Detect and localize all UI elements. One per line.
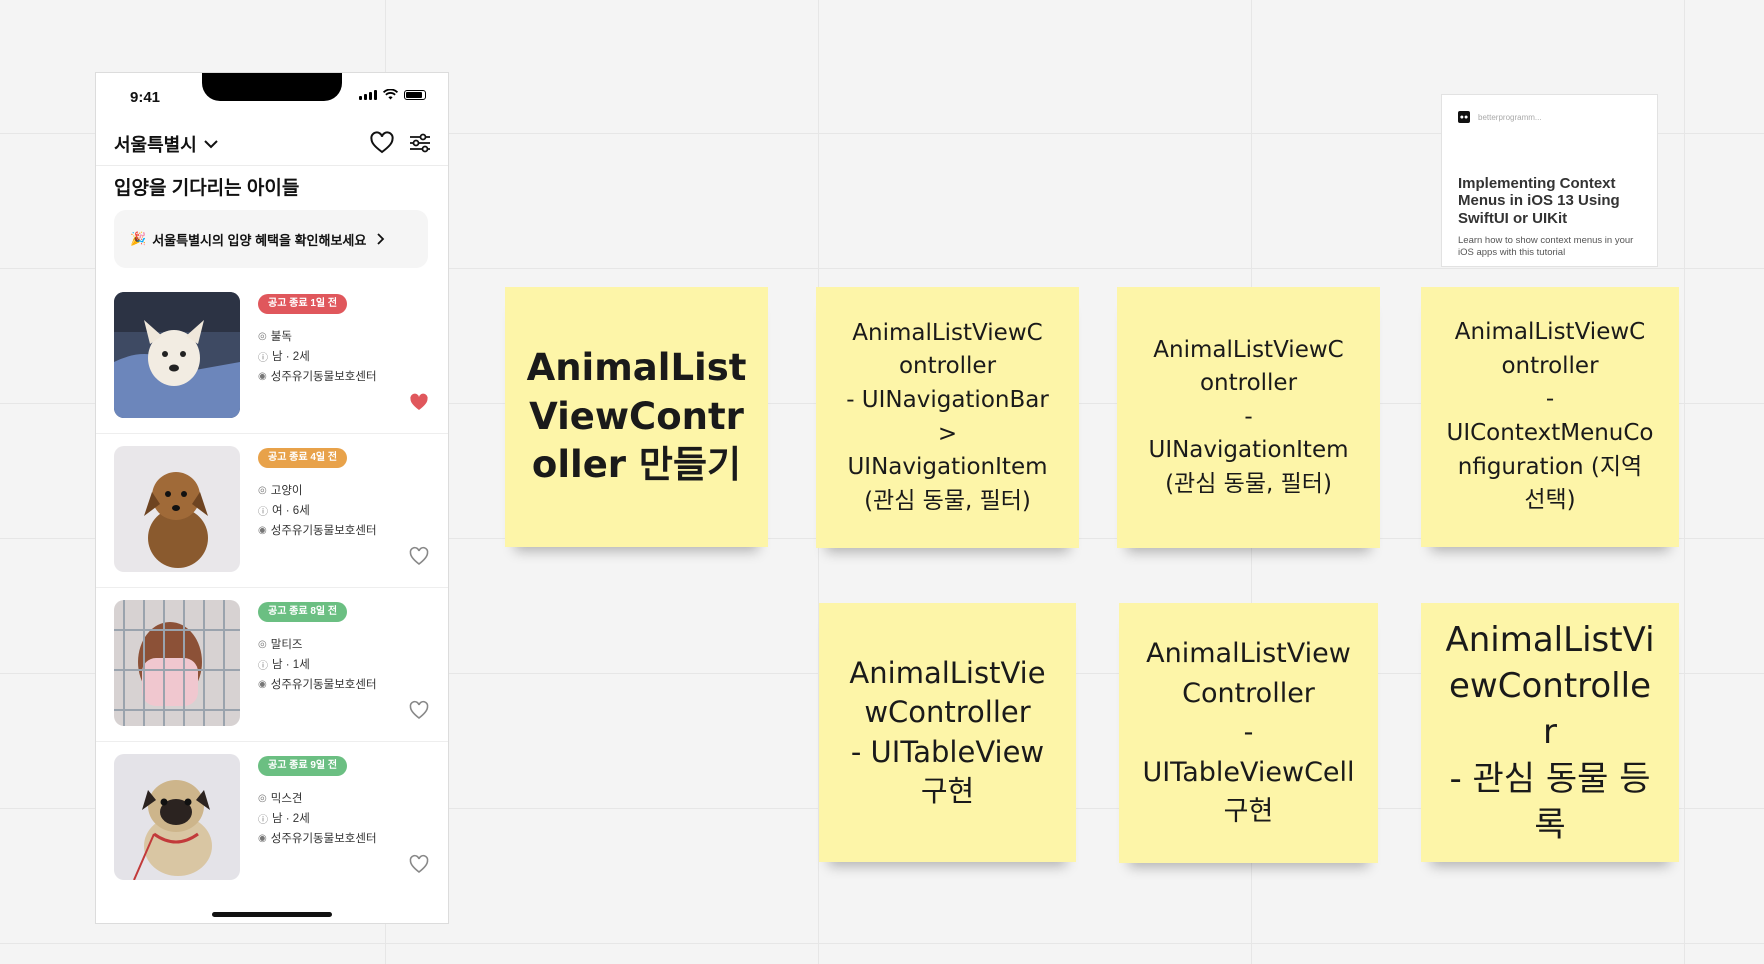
region-label: 서울특별시 bbox=[114, 135, 197, 155]
favorite-heart-filled-icon[interactable] bbox=[408, 391, 430, 413]
info-icon: ⓘ bbox=[258, 506, 268, 518]
breed-icon: ◎ bbox=[258, 484, 267, 496]
status-icons bbox=[359, 89, 426, 100]
animal-cell[interactable]: 공고 종료 9일 전 ◎ 믹스견 ⓘ 남 · 2세 ◉ 성주유기동물보호센터 bbox=[96, 742, 448, 895]
wifi-icon bbox=[383, 89, 398, 100]
breed-text: 믹스견 bbox=[270, 793, 303, 805]
adoption-benefit-banner[interactable]: 🎉 서울특별시의 입양 혜택을 확인해보세요 bbox=[114, 210, 428, 268]
deadline-badge: 공고 종료 1일 전 bbox=[258, 294, 348, 314]
link-title: Implementing Context Menus in iOS 13 Usi… bbox=[1458, 175, 1620, 227]
shelter-text: 성주유기동물보호센터 bbox=[270, 679, 377, 691]
breed-icon: ◎ bbox=[258, 330, 267, 342]
animal-cell[interactable]: 공고 종료 4일 전 ◎ 고양이 ⓘ 여 · 6세 ◉ 성주유기동물보호센터 bbox=[96, 434, 448, 588]
sticky-note-text: AnimalListViewC ontroller - UIContextMen… bbox=[1446, 319, 1654, 514]
sex-age-text: 남 · 2세 bbox=[272, 351, 310, 363]
sticky-note-text: AnimalListView Controller - UITableViewC… bbox=[1142, 638, 1355, 828]
animal-info: ◎ 고양이 ⓘ 여 · 6세 ◉ 성주유기동물보호센터 bbox=[258, 480, 377, 540]
sticky-note-text: AnimalListVie wController - UITableView … bbox=[849, 655, 1046, 808]
home-indicator bbox=[212, 912, 332, 917]
shelter-text: 성주유기동물보호센터 bbox=[270, 525, 377, 537]
sex-age-text: 여 · 6세 bbox=[272, 505, 310, 517]
phone-notch bbox=[202, 73, 342, 101]
sticky-note[interactable]: AnimalListViewC ontroller - UINavigation… bbox=[816, 287, 1079, 548]
animal-cell[interactable]: 공고 종료 1일 전 ◎ 불독 ⓘ 남 · 2세 ◉ 성주유기동물보호센터 bbox=[96, 280, 448, 434]
sex-age-text: 남 · 2세 bbox=[272, 813, 310, 825]
location-icon: ◉ bbox=[258, 524, 267, 536]
region-selector[interactable]: 서울특별시 bbox=[114, 131, 219, 157]
sticky-note[interactable]: AnimalListView Controller - UITableViewC… bbox=[1119, 603, 1378, 863]
animal-photo bbox=[114, 754, 240, 880]
animal-table-view[interactable]: 공고 종료 1일 전 ◎ 불독 ⓘ 남 · 2세 ◉ 성주유기동물보호센터 공고… bbox=[96, 280, 448, 895]
page-title: 입양을 기다리는 아이들 bbox=[114, 178, 300, 199]
cellular-signal-icon bbox=[359, 89, 377, 100]
animal-photo bbox=[114, 600, 240, 726]
info-icon: ⓘ bbox=[258, 352, 268, 364]
animal-info: ◎ 불독 ⓘ 남 · 2세 ◉ 성주유기동물보호센터 bbox=[258, 326, 377, 386]
deadline-badge: 공고 종료 9일 전 bbox=[258, 756, 348, 776]
battery-icon bbox=[404, 89, 426, 100]
breed-icon: ◎ bbox=[258, 638, 267, 650]
favorite-heart-outline-icon[interactable] bbox=[408, 545, 430, 567]
info-icon: ⓘ bbox=[258, 814, 268, 826]
animal-cell[interactable]: 공고 종료 8일 전 ◎ 말티즈 ⓘ 남 · 1세 ◉ 성주유기동물보호센터 bbox=[96, 588, 448, 742]
favorites-heart-icon[interactable] bbox=[368, 129, 396, 157]
link-site: ●● betterprogramm... bbox=[1458, 111, 1641, 123]
sticky-note-text: AnimalListVi ewControlle r - 관심 동물 등록 bbox=[1445, 619, 1655, 845]
party-popper-icon: 🎉 bbox=[130, 231, 147, 246]
link-description: Learn how to show context menus in your … bbox=[1458, 234, 1634, 259]
shelter-text: 성주유기동물보호센터 bbox=[270, 371, 377, 383]
sticky-note-text: AnimalListViewC ontroller - UINavigation… bbox=[1148, 336, 1349, 497]
location-icon: ◉ bbox=[258, 370, 267, 382]
deadline-badge: 공고 종료 8일 전 bbox=[258, 602, 348, 622]
chevron-right-icon bbox=[377, 233, 385, 245]
status-time: 9:41 bbox=[130, 89, 161, 106]
banner-text: 서울특별시의 입양 혜택을 확인해보세요 bbox=[152, 232, 367, 248]
sticky-note[interactable]: AnimalListVi ewControlle r - 관심 동물 등록 bbox=[1421, 603, 1679, 862]
sticky-note-text: AnimalList ViewContr oller 만들기 bbox=[526, 345, 747, 487]
navigation-bar: 서울특별시 bbox=[96, 121, 448, 166]
animal-info: ◎ 믹스견 ⓘ 남 · 2세 ◉ 성주유기동물보호센터 bbox=[258, 788, 377, 848]
favorite-heart-outline-icon[interactable] bbox=[408, 699, 430, 721]
sticky-note[interactable]: AnimalList ViewContr oller 만들기 bbox=[505, 287, 768, 547]
breed-icon: ◎ bbox=[258, 792, 267, 804]
shelter-text: 성주유기동물보호센터 bbox=[270, 833, 377, 845]
animal-photo bbox=[114, 292, 240, 418]
breed-text: 불독 bbox=[270, 331, 292, 343]
deadline-badge: 공고 종료 4일 전 bbox=[258, 448, 348, 468]
sex-age-text: 남 · 1세 bbox=[272, 659, 310, 671]
location-icon: ◉ bbox=[258, 832, 267, 844]
sticky-note[interactable]: AnimalListVie wController - UITableView … bbox=[819, 603, 1076, 862]
filter-sliders-icon[interactable] bbox=[406, 129, 434, 157]
medium-logo-icon: ●● bbox=[1458, 111, 1470, 123]
breed-text: 말티즈 bbox=[270, 639, 303, 651]
sticky-note-text: AnimalListViewC ontroller - UINavigation… bbox=[846, 319, 1049, 514]
location-icon: ◉ bbox=[258, 678, 267, 690]
animal-info: ◎ 말티즈 ⓘ 남 · 1세 ◉ 성주유기동물보호센터 bbox=[258, 634, 377, 694]
breed-text: 고양이 bbox=[270, 485, 303, 497]
favorite-heart-outline-icon[interactable] bbox=[408, 853, 430, 875]
info-icon: ⓘ bbox=[258, 660, 268, 672]
link-preview-card[interactable]: ●● betterprogramm... Implementing Contex… bbox=[1441, 94, 1658, 267]
animal-photo bbox=[114, 446, 240, 572]
sticky-note[interactable]: AnimalListViewC ontroller - UIContextMen… bbox=[1421, 287, 1679, 547]
sticky-note[interactable]: AnimalListViewC ontroller - UINavigation… bbox=[1117, 287, 1380, 548]
chevron-down-icon bbox=[204, 140, 218, 149]
link-site-name: betterprogramm... bbox=[1478, 112, 1542, 122]
phone-mockup: 9:41 서울특별시 입양을 기다리는 아이들 🎉 서울특별시의 입양 혜택을 … bbox=[95, 72, 449, 924]
